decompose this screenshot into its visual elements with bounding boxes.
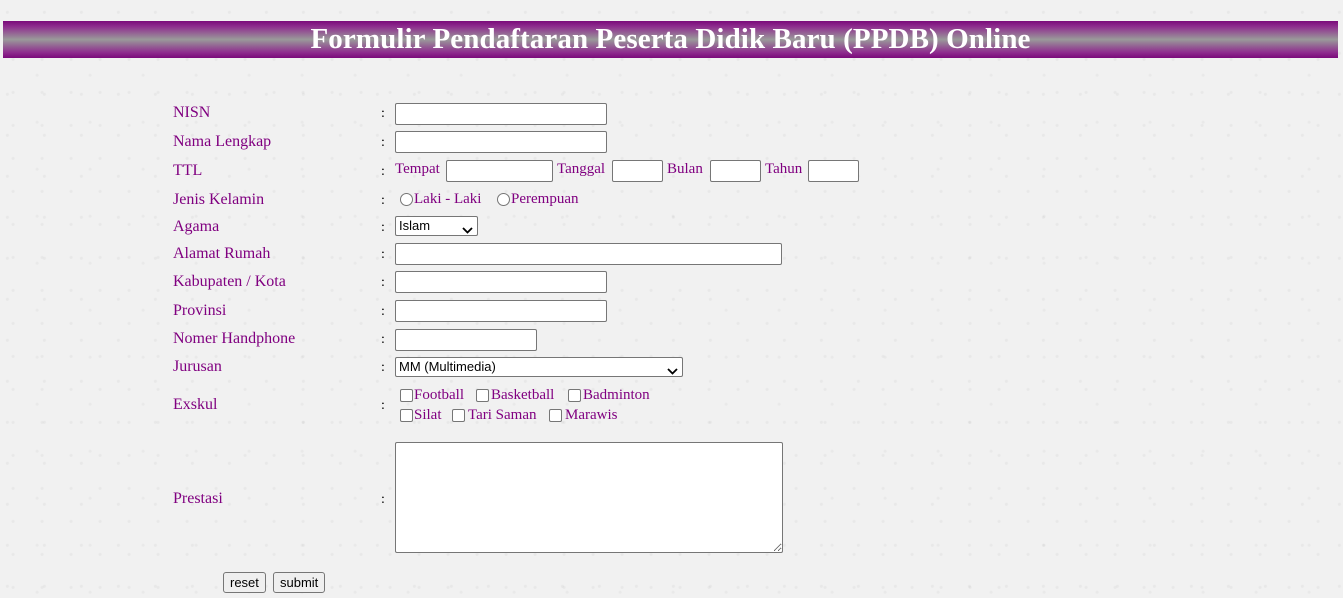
checkbox-tari-saman[interactable] [452, 409, 465, 422]
radio-laki-laki-label: Laki - Laki [414, 191, 482, 207]
checkbox-basketball-label: Basketball [491, 387, 555, 403]
jurusan-label: Jurusan [173, 358, 222, 375]
alamat-colon: : [381, 247, 385, 262]
checkbox-football-label: Football [414, 387, 465, 403]
tanggal-label: Tanggal [557, 161, 606, 177]
checkbox-tari-saman-label: Tari Saman [468, 407, 537, 423]
prestasi-label: Prestasi [173, 490, 223, 507]
chevron-down-icon [462, 222, 473, 237]
provinsi-label: Provinsi [173, 302, 227, 319]
provinsi-colon: : [381, 304, 385, 319]
agama-select[interactable]: Islam [395, 216, 478, 236]
kabupaten-label: Kabupaten / Kota [173, 273, 286, 290]
tahun-input[interactable] [808, 160, 859, 182]
alamat-label: Alamat Rumah [173, 245, 271, 262]
jenis-kelamin-colon: : [381, 193, 385, 208]
jurusan-select[interactable]: MM (Multimedia) [395, 357, 683, 377]
checkbox-marawis[interactable] [549, 409, 562, 422]
agama-colon: : [381, 220, 385, 235]
prestasi-textarea[interactable] [395, 442, 783, 553]
nisn-colon: : [381, 106, 385, 121]
checkbox-marawis-label: Marawis [565, 407, 618, 423]
submit-button[interactable]: submit [273, 572, 326, 593]
bulan-input[interactable] [710, 160, 761, 182]
nama-input[interactable] [395, 131, 607, 153]
checkbox-football[interactable] [400, 389, 413, 402]
ttl-colon: : [381, 164, 385, 179]
checkbox-silat-label: Silat [414, 407, 442, 423]
page-header: Formulir Pendaftaran Peserta Didik Baru … [3, 21, 1338, 58]
tempat-label: Tempat [395, 161, 440, 177]
exskul-colon: : [381, 398, 385, 413]
jenis-kelamin-label: Jenis Kelamin [173, 191, 265, 208]
kabupaten-colon: : [381, 275, 385, 290]
chevron-down-icon [667, 363, 678, 378]
nama-label: Nama Lengkap [173, 133, 272, 150]
handphone-input[interactable] [395, 329, 537, 351]
handphone-colon: : [381, 332, 385, 347]
bulan-label: Bulan [667, 161, 703, 177]
tanggal-input[interactable] [612, 160, 663, 182]
agama-label: Agama [173, 218, 220, 235]
prestasi-colon: : [381, 492, 385, 507]
page-title: Formulir Pendaftaran Peserta Didik Baru … [310, 23, 1031, 55]
jurusan-select-value: MM (Multimedia) [399, 359, 496, 374]
checkbox-badminton-label: Badminton [583, 387, 650, 403]
tempat-input[interactable] [446, 160, 553, 182]
handphone-label: Nomer Handphone [173, 330, 296, 347]
provinsi-input[interactable] [395, 300, 607, 322]
exskul-label: Exskul [173, 396, 218, 413]
radio-perempuan-label: Perempuan [511, 191, 579, 207]
jurusan-colon: : [381, 360, 385, 375]
nama-colon: : [381, 135, 385, 150]
checkbox-badminton[interactable] [568, 389, 581, 402]
nisn-label: NISN [173, 104, 211, 121]
radio-perempuan[interactable] [497, 193, 510, 206]
alamat-input[interactable] [395, 243, 782, 265]
tahun-label: Tahun [765, 161, 803, 177]
checkbox-basketball[interactable] [476, 389, 489, 402]
nisn-input[interactable] [395, 103, 607, 125]
reset-button[interactable]: reset [223, 572, 266, 593]
kabupaten-input[interactable] [395, 271, 607, 293]
ttl-label: TTL [173, 162, 203, 179]
checkbox-silat[interactable] [400, 409, 413, 422]
agama-select-value: Islam [399, 218, 431, 233]
radio-laki-laki[interactable] [400, 193, 413, 206]
